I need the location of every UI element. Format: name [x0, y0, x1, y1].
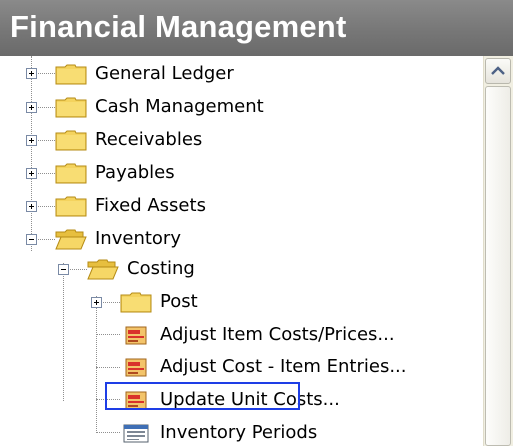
batch-job-icon [125, 326, 147, 345]
expand-post-icon[interactable] [91, 297, 102, 308]
folder-closed-icon [55, 163, 87, 184]
tree-item-label: Fixed Assets [95, 195, 206, 216]
folder-closed-icon [55, 130, 87, 151]
collapse-inventory-icon[interactable] [26, 234, 37, 245]
tree-item-adjust-item-costs-prices[interactable]: Adjust Item Costs/Prices... [120, 322, 420, 348]
vertical-scrollbar[interactable] [483, 56, 513, 446]
window-title: Financial Management [10, 9, 347, 44]
form-list-icon [123, 424, 149, 443]
folder-closed-icon [55, 97, 87, 118]
tree-item-label: Cash Management [95, 96, 264, 117]
tree-item-label: General Ledger [95, 63, 234, 84]
tree-item-inventory[interactable]: Inventory [55, 226, 355, 252]
expand-payables-icon[interactable] [26, 168, 37, 179]
tree-item-label: Inventory [95, 228, 181, 249]
tree-item-general-ledger[interactable]: General Ledger [55, 61, 355, 87]
tree-item-label: Receivables [95, 129, 203, 150]
tree-item-inventory-periods[interactable]: Inventory Periods [120, 420, 420, 446]
window-header: Financial Management [0, 0, 513, 57]
navigation-tree: General Ledger Cash Management Receivabl… [0, 56, 483, 446]
tree-item-fixed-assets[interactable]: Fixed Assets [55, 193, 355, 219]
tree-item-receivables[interactable]: Receivables [55, 127, 355, 153]
scroll-up-button[interactable] [485, 58, 511, 84]
tree-item-costing[interactable]: Costing [87, 256, 387, 282]
tree-item-label: Post [160, 291, 198, 312]
folder-closed-icon [120, 292, 152, 313]
chevron-up-icon [491, 66, 505, 75]
selection-highlight-box [105, 382, 300, 410]
tree-item-label: Adjust Cost - Item Entries... [160, 356, 407, 377]
folder-closed-icon [55, 64, 87, 85]
scroll-thumb[interactable] [485, 86, 511, 446]
tree-item-label: Costing [127, 258, 195, 279]
tree-item-label: Adjust Item Costs/Prices... [160, 324, 395, 345]
tree-item-payables[interactable]: Payables [55, 160, 355, 186]
tree-item-post[interactable]: Post [120, 289, 420, 315]
tree-item-label: Inventory Periods [160, 422, 318, 443]
expand-fixed-assets-icon[interactable] [26, 201, 37, 212]
folder-closed-icon [55, 196, 87, 217]
batch-job-icon [125, 358, 147, 377]
expand-cash-management-icon[interactable] [26, 102, 37, 113]
tree-item-label: Payables [95, 162, 175, 183]
folder-open-icon [87, 259, 119, 280]
collapse-costing-icon[interactable] [58, 264, 69, 275]
folder-open-icon [55, 229, 87, 250]
expand-receivables-icon[interactable] [26, 135, 37, 146]
expand-general-ledger-icon[interactable] [26, 68, 37, 79]
tree-item-adjust-cost-item-entries[interactable]: Adjust Cost - Item Entries... [120, 354, 420, 380]
tree-item-cash-management[interactable]: Cash Management [55, 94, 355, 120]
